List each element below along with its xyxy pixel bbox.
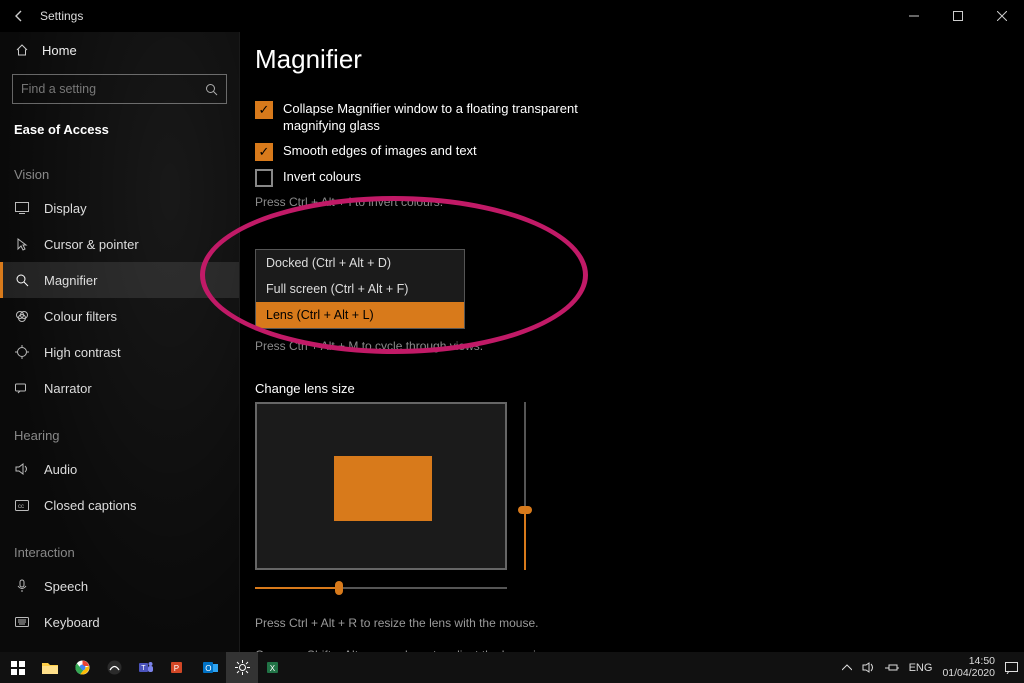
narrator-icon xyxy=(14,382,30,394)
audio-icon xyxy=(14,463,30,475)
tray-chevron-icon[interactable] xyxy=(842,664,852,672)
search-box[interactable] xyxy=(12,74,227,104)
nav-closed-captions[interactable]: cc Closed captions xyxy=(0,487,239,523)
nav-high-contrast[interactable]: High contrast xyxy=(0,334,239,370)
group-vision: Vision xyxy=(0,159,239,190)
system-tray: ENG 14:50 01/04/2020 xyxy=(842,652,1024,683)
checkbox-invert[interactable]: Invert colours xyxy=(255,169,1014,187)
sidebar: Home Ease of Access Vision Display Curso… xyxy=(0,32,240,652)
search-input[interactable] xyxy=(21,82,205,96)
nav-magnifier[interactable]: Magnifier xyxy=(0,262,239,298)
slider-thumb[interactable] xyxy=(335,581,343,595)
nav-audio[interactable]: Audio xyxy=(0,451,239,487)
nav-display[interactable]: Display xyxy=(0,190,239,226)
taskbar-teams[interactable]: T xyxy=(130,652,162,683)
lens-width-slider[interactable] xyxy=(255,578,507,598)
back-button[interactable] xyxy=(12,9,34,23)
display-icon xyxy=(14,202,30,214)
colour-filters-icon xyxy=(14,309,30,323)
cursor-icon xyxy=(14,237,30,251)
view-dropdown[interactable]: Docked (Ctrl + Alt + D) Full screen (Ctr… xyxy=(255,249,465,329)
group-interaction: Interaction xyxy=(0,537,239,568)
nav-keyboard[interactable]: Keyboard xyxy=(0,604,239,640)
search-icon xyxy=(205,83,218,96)
lens-hint-1: Press Ctrl + Alt + R to resize the lens … xyxy=(255,616,1014,630)
close-button[interactable] xyxy=(980,0,1024,32)
magnifier-icon xyxy=(14,273,30,287)
svg-text:X: X xyxy=(269,664,275,673)
tray-clock[interactable]: 14:50 01/04/2020 xyxy=(942,656,995,678)
lens-caption: Change lens size xyxy=(255,381,1014,396)
start-button[interactable] xyxy=(2,652,34,683)
view-hint: Press Ctrl + Alt + M to cycle through vi… xyxy=(255,339,1014,353)
high-contrast-icon xyxy=(14,345,30,359)
home-label: Home xyxy=(42,43,77,58)
nav-speech[interactable]: Speech xyxy=(0,568,239,604)
nav-narrator[interactable]: Narrator xyxy=(0,370,239,406)
window-title: Settings xyxy=(40,9,83,23)
view-option-docked[interactable]: Docked (Ctrl + Alt + D) xyxy=(256,250,464,276)
nav-cursor-pointer[interactable]: Cursor & pointer xyxy=(0,226,239,262)
page-heading: Magnifier xyxy=(255,44,1014,75)
tray-network-icon[interactable] xyxy=(885,663,899,673)
check-icon xyxy=(255,169,273,187)
titlebar: Settings xyxy=(0,0,1024,32)
minimize-button[interactable] xyxy=(892,0,936,32)
invert-hint: Press Ctrl + Alt + I to invert colours. xyxy=(255,195,1014,209)
taskbar-powerpoint[interactable]: P xyxy=(162,652,194,683)
window-controls xyxy=(892,0,1024,32)
view-option-full[interactable]: Full screen (Ctrl + Alt + F) xyxy=(256,276,464,302)
tray-volume-icon[interactable] xyxy=(862,662,875,673)
maximize-button[interactable] xyxy=(936,0,980,32)
checkbox-smooth[interactable]: ✓ Smooth edges of images and text xyxy=(255,143,1014,161)
taskbar-chrome[interactable] xyxy=(66,652,98,683)
taskbar-explorer[interactable] xyxy=(34,652,66,683)
svg-text:cc: cc xyxy=(18,504,24,510)
group-hearing: Hearing xyxy=(0,420,239,451)
content-pane: Magnifier ✓ Collapse Magnifier window to… xyxy=(255,36,1014,662)
tray-language[interactable]: ENG xyxy=(909,662,933,674)
lens-height-slider[interactable] xyxy=(515,402,535,570)
nav-colour-filters[interactable]: Colour filters xyxy=(0,298,239,334)
taskbar-settings[interactable] xyxy=(226,652,258,683)
slider-thumb[interactable] xyxy=(518,506,532,514)
svg-text:T: T xyxy=(141,665,146,672)
keyboard-icon xyxy=(14,617,30,627)
taskbar: T P O X ENG 14:50 01/04/2020 xyxy=(0,652,1024,683)
home-icon xyxy=(14,43,30,57)
view-option-lens[interactable]: Lens (Ctrl + Alt + L) xyxy=(256,302,464,328)
taskbar-excel[interactable]: X xyxy=(258,652,290,683)
check-icon: ✓ xyxy=(255,143,273,161)
lens-rect xyxy=(334,456,432,521)
taskbar-app1[interactable] xyxy=(98,652,130,683)
svg-text:P: P xyxy=(173,664,178,673)
speech-icon xyxy=(14,579,30,593)
lens-preview xyxy=(255,402,507,570)
cc-icon: cc xyxy=(14,500,30,511)
category-title: Ease of Access xyxy=(0,114,239,145)
checkbox-collapse[interactable]: ✓ Collapse Magnifier window to a floatin… xyxy=(255,101,1014,135)
svg-text:O: O xyxy=(205,664,211,673)
tray-action-center-icon[interactable] xyxy=(1005,662,1018,674)
check-icon: ✓ xyxy=(255,101,273,119)
home-link[interactable]: Home xyxy=(0,32,239,68)
taskbar-outlook[interactable]: O xyxy=(194,652,226,683)
